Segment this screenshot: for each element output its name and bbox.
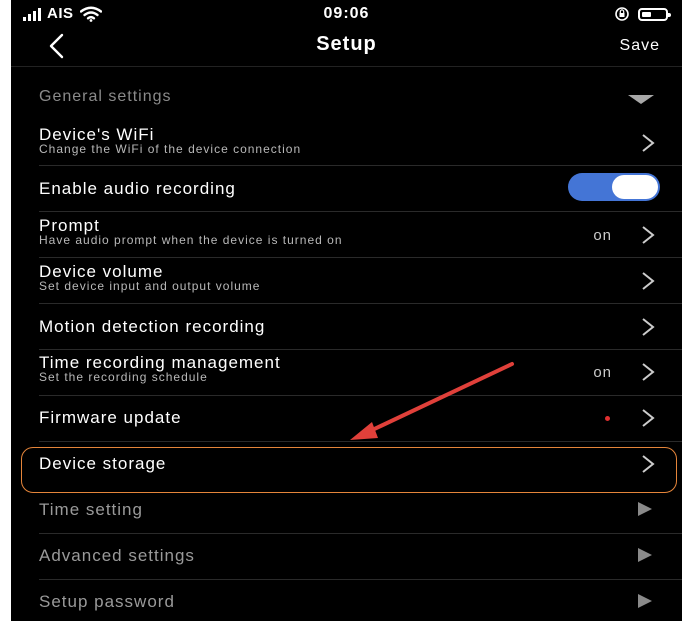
play-triangle-icon [638, 594, 652, 608]
play-triangle-icon [638, 502, 652, 516]
setting-row-prompt[interactable]: Prompt Have audio prompt when the device… [11, 212, 682, 258]
setting-title: Firmware update [39, 408, 182, 427]
setting-row-firmware-update[interactable]: Firmware update [11, 396, 682, 442]
setting-row-advanced-settings[interactable]: Advanced settings [11, 534, 682, 580]
phone-screen: AIS 09:06 Setup Save General settings De… [11, 0, 682, 621]
setting-subtitle: Have audio prompt when the device is tur… [39, 233, 343, 247]
setting-subtitle: Set the recording schedule [39, 370, 208, 384]
setting-value: on [593, 364, 612, 381]
setting-row-device-volume[interactable]: Device volume Set device input and outpu… [11, 258, 682, 304]
setting-title: Motion detection recording [39, 317, 266, 336]
triangle-down-icon[interactable] [628, 95, 654, 104]
setting-title: Time setting [39, 500, 143, 519]
update-dot-badge [605, 416, 610, 421]
status-bar: AIS 09:06 [11, 0, 682, 28]
chevron-right-icon [642, 134, 655, 152]
play-triangle-icon [638, 548, 652, 562]
page-title: Setup [316, 33, 377, 55]
chevron-right-icon [642, 272, 655, 290]
setting-title: Enable audio recording [39, 179, 236, 198]
setting-title: Advanced settings [39, 546, 195, 565]
setting-row-audio-recording: Enable audio recording [11, 166, 682, 212]
setting-row-time-recording[interactable]: Time recording management Set the record… [11, 350, 682, 396]
nav-bar: Setup Save [11, 28, 682, 67]
setting-subtitle: Change the WiFi of the device connection [39, 142, 302, 156]
status-time: 09:06 [323, 5, 370, 22]
status-right [614, 6, 671, 22]
setting-value: on [593, 227, 612, 244]
chevron-right-icon [642, 226, 655, 244]
setting-subtitle: Set device input and output volume [39, 279, 261, 293]
highlight-box [21, 447, 677, 493]
rotation-lock-icon [615, 7, 629, 21]
section-header-general: General settings [39, 88, 172, 105]
setting-row-time-setting[interactable]: Time setting [11, 488, 682, 534]
battery-icon [638, 7, 671, 21]
save-button[interactable]: Save [620, 37, 660, 55]
setting-row-motion-detection[interactable]: Motion detection recording [11, 304, 682, 350]
chevron-right-icon [642, 409, 655, 427]
chevron-right-icon [642, 363, 655, 381]
setting-title: Setup password [39, 592, 175, 611]
audio-recording-toggle[interactable] [568, 173, 660, 201]
chevron-right-icon [642, 318, 655, 336]
setting-row-device-wifi[interactable]: Device's WiFi Change the WiFi of the dev… [11, 120, 682, 166]
setting-row-setup-password[interactable]: Setup password [11, 580, 682, 621]
